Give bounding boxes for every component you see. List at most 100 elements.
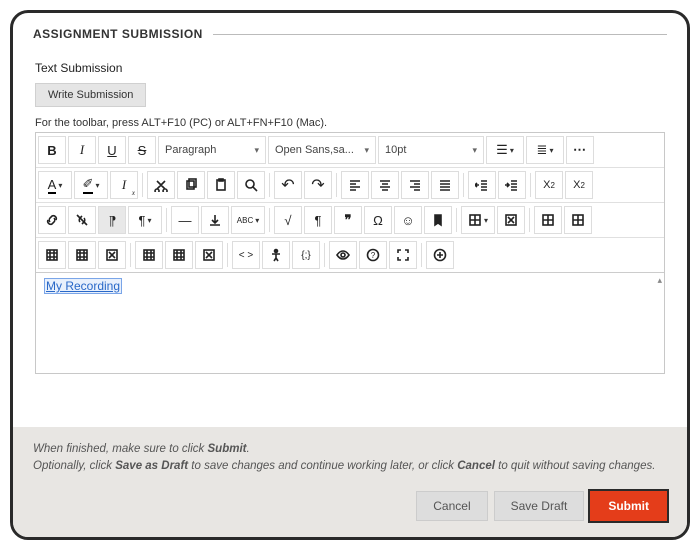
fullscreen-button[interactable] — [389, 241, 417, 269]
paragraph-select[interactable]: Paragraph ▾ — [158, 136, 266, 164]
chevron-down-icon: ▾ — [147, 216, 151, 225]
table-col-left-button[interactable] — [38, 241, 66, 269]
rtl-button[interactable]: ¶▾ — [128, 206, 162, 234]
special-char-button[interactable]: Ω — [364, 206, 392, 234]
accessibility-button[interactable] — [262, 241, 290, 269]
underline-button[interactable]: U — [98, 136, 126, 164]
link-button[interactable] — [38, 206, 66, 234]
table-button[interactable]: ▾ — [461, 206, 495, 234]
content-area: Text Submission Write Submission For the… — [13, 47, 687, 374]
clear-formatting-button[interactable]: Ix — [110, 171, 138, 199]
bullet-list-button[interactable]: ☰▾ — [486, 136, 524, 164]
anchor-button[interactable] — [424, 206, 452, 234]
highlight-button[interactable]: ✐▾ — [74, 171, 108, 199]
eye-icon — [336, 248, 350, 262]
help-button[interactable]: ? — [359, 241, 387, 269]
table-delete-row-button[interactable] — [195, 241, 223, 269]
section-title: ASSIGNMENT SUBMISSION — [33, 27, 203, 41]
align-right-button[interactable] — [401, 171, 429, 199]
outdent-button[interactable] — [468, 171, 496, 199]
recording-link[interactable]: My Recording — [44, 278, 122, 294]
toolbar-row-1: B I U S Paragraph ▾ Open Sans,sa... ▾ 10… — [36, 133, 664, 168]
table-split-button[interactable] — [165, 241, 193, 269]
unlink-icon — [75, 213, 89, 227]
table-row-add-below-button[interactable] — [564, 206, 592, 234]
html-source-button[interactable]: < > — [232, 241, 260, 269]
table-col-right-button[interactable] — [68, 241, 96, 269]
save-draft-button[interactable]: Save Draft — [494, 491, 585, 521]
insert-line-icon — [208, 213, 222, 227]
table-row-icon — [541, 213, 555, 227]
delete-table-button[interactable] — [497, 206, 525, 234]
spellcheck-button[interactable]: ABC▾ — [231, 206, 265, 234]
paste-button[interactable] — [207, 171, 235, 199]
rtl-icon: ¶ — [139, 213, 146, 228]
horizontal-rule-button[interactable]: — — [171, 206, 199, 234]
preview-button[interactable] — [329, 241, 357, 269]
more-button[interactable]: ⋯ — [566, 136, 594, 164]
editor-content-area[interactable]: My Recording ▴ — [36, 273, 664, 373]
superscript-button[interactable]: X2 — [535, 171, 563, 199]
outdent-icon — [475, 178, 489, 192]
divider — [456, 208, 457, 232]
indent-icon — [505, 178, 519, 192]
cancel-button[interactable]: Cancel — [416, 491, 487, 521]
numbered-list-button[interactable]: ≣▾ — [526, 136, 564, 164]
write-submission-button[interactable]: Write Submission — [35, 83, 146, 107]
align-left-icon — [348, 178, 362, 192]
equation-button[interactable]: √ — [274, 206, 302, 234]
unlink-button[interactable] — [68, 206, 96, 234]
code-sample-button[interactable]: {;} — [292, 241, 320, 269]
divider — [130, 243, 131, 267]
accessibility-icon — [269, 248, 283, 262]
undo-button[interactable]: ↶ — [274, 171, 302, 199]
indent-button[interactable] — [498, 171, 526, 199]
toolbar-row-4: < > {;} ? — [36, 238, 664, 273]
italic-button[interactable]: I — [68, 136, 96, 164]
table-delete-icon — [105, 248, 119, 262]
table-row-add-above-button[interactable] — [534, 206, 562, 234]
chevron-down-icon: ▾ — [255, 216, 259, 225]
text-color-button[interactable]: A▾ — [38, 171, 72, 199]
footer-text-fragment: Optionally, click — [33, 460, 115, 472]
align-center-button[interactable] — [371, 171, 399, 199]
divider — [463, 173, 464, 197]
blockquote-button[interactable]: ❞ — [334, 206, 362, 234]
submit-button[interactable]: Submit — [590, 491, 667, 521]
section-header: ASSIGNMENT SUBMISSION — [13, 13, 687, 47]
size-select-label: 10pt — [385, 144, 406, 156]
rich-text-editor: B I U S Paragraph ▾ Open Sans,sa... ▾ 10… — [35, 132, 665, 374]
table-icon — [468, 213, 482, 227]
table-grid-icon — [45, 248, 59, 262]
align-left-button[interactable] — [341, 171, 369, 199]
footer-text-bold: Save as Draft — [115, 460, 188, 472]
cut-button[interactable] — [147, 171, 175, 199]
table-delete-col-button[interactable] — [98, 241, 126, 269]
find-button[interactable] — [237, 171, 265, 199]
font-select-label: Open Sans,sa... — [275, 144, 354, 156]
divider — [336, 173, 337, 197]
align-center-icon — [378, 178, 392, 192]
size-select[interactable]: 10pt ▾ — [378, 136, 484, 164]
font-select[interactable]: Open Sans,sa... ▾ — [268, 136, 376, 164]
show-paragraph-button[interactable]: ¶ — [304, 206, 332, 234]
ltr-button[interactable]: ¶ — [98, 206, 126, 234]
bold-button[interactable]: B — [38, 136, 66, 164]
insert-line-button[interactable] — [201, 206, 229, 234]
table-merge-button[interactable] — [135, 241, 163, 269]
divider — [324, 243, 325, 267]
table-grid-icon — [75, 248, 89, 262]
redo-button[interactable]: ↷ — [304, 171, 332, 199]
copy-icon — [184, 178, 198, 192]
search-icon — [244, 178, 258, 192]
add-content-button[interactable] — [426, 241, 454, 269]
toolbar-row-3: ¶ ¶▾ — ABC▾ √ ¶ ❞ Ω ☺ ▾ — [36, 203, 664, 238]
emoji-button[interactable]: ☺ — [394, 206, 422, 234]
text-submission-label: Text Submission — [35, 61, 665, 75]
bullet-list-icon: ☰ — [496, 142, 508, 158]
strikethrough-button[interactable]: S — [128, 136, 156, 164]
subscript-button[interactable]: X2 — [565, 171, 593, 199]
align-justify-button[interactable] — [431, 171, 459, 199]
divider — [269, 173, 270, 197]
copy-button[interactable] — [177, 171, 205, 199]
